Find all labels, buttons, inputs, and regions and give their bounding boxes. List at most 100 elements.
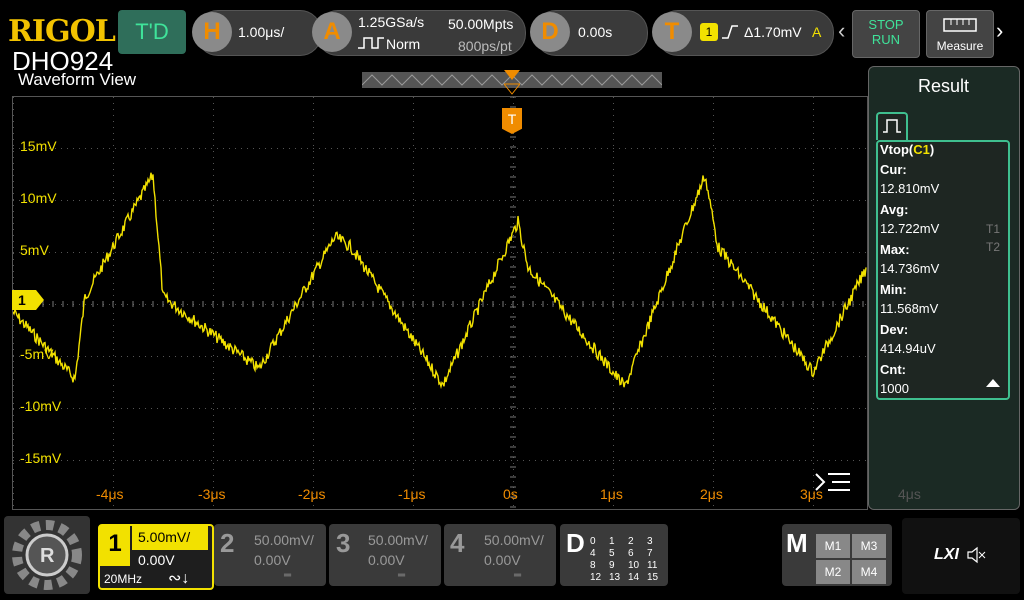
- dc-coupling-icon: ═: [284, 570, 292, 581]
- digital-channel-number: 3: [647, 536, 653, 547]
- channel2-scale: 50.00mV/: [254, 532, 314, 548]
- channel1-num: 1: [100, 526, 130, 566]
- waveform-grid: [12, 96, 867, 508]
- channel4-num: 4: [450, 528, 465, 558]
- result-value: 11.568mV: [880, 301, 939, 316]
- d-value: 0.00s: [578, 24, 613, 40]
- result-value: 12.722mV: [880, 221, 940, 236]
- digital-label: D: [566, 528, 585, 558]
- digital-channel-number: 4: [590, 548, 596, 559]
- h-icon[interactable]: H: [192, 12, 232, 52]
- result-label: Dev:: [880, 322, 909, 337]
- a-mpts: 50.00Mpts: [448, 16, 514, 32]
- math-m1-button[interactable]: M1: [816, 534, 850, 558]
- digital-channel-number: 12: [590, 572, 602, 583]
- channel3-offset: 0.00V: [368, 552, 405, 568]
- t-icon[interactable]: T: [652, 12, 692, 52]
- y-label: -15mV: [20, 450, 62, 466]
- digital-channel-number: 10: [628, 560, 640, 571]
- digital-channel-number: 7: [647, 548, 653, 559]
- measurement-tab[interactable]: [876, 112, 908, 140]
- result-value: 414.94uV: [880, 341, 936, 356]
- result-label: Avg:: [880, 202, 909, 217]
- dc-coupling-icon: ═: [514, 570, 522, 581]
- t-mode: A: [812, 24, 822, 40]
- x-label: 1μs: [600, 486, 623, 502]
- digital-channel-number: 2: [628, 536, 634, 547]
- digital-channel-grid: 0 1 2 3 4 5 6 7 8 9 10 11 12 13 14 15: [590, 536, 666, 584]
- channel1-offset: 0.00V: [138, 552, 175, 568]
- waveform-title: Waveform View: [18, 70, 137, 89]
- svg-text:R: R: [40, 545, 55, 567]
- math-m4-button[interactable]: M4: [852, 560, 886, 584]
- coupling-icon: ∾↓: [168, 570, 190, 587]
- run-stop-button[interactable]: STOP RUN: [852, 10, 920, 58]
- math-m2-button[interactable]: M2: [816, 560, 850, 584]
- measure-name: Vtop(C1): [880, 142, 935, 157]
- menu-icon[interactable]: [814, 470, 852, 498]
- x-label: 2μs: [700, 486, 723, 502]
- y-label: 10mV: [20, 190, 57, 206]
- a-icon[interactable]: A: [312, 12, 352, 52]
- a-ps: 800ps/pt: [458, 38, 512, 54]
- gear-logo-icon: R: [12, 520, 82, 590]
- y-label: -10mV: [20, 398, 62, 414]
- chevron-left-icon[interactable]: ‹: [838, 18, 845, 44]
- waveform-area[interactable]: [12, 96, 868, 510]
- result-value: 14.736mV: [880, 261, 940, 276]
- ruler-icon: [943, 18, 977, 32]
- x-label-hidden: 4μs: [898, 486, 921, 502]
- result-value: 1000: [880, 381, 909, 396]
- d-icon[interactable]: D: [530, 12, 570, 52]
- digital-channel-number: 8: [590, 560, 596, 571]
- digital-channel-number: 13: [609, 572, 621, 583]
- home-button[interactable]: R: [4, 516, 90, 594]
- y-label: -5mV: [20, 346, 54, 362]
- digital-channel-number: 9: [609, 560, 615, 571]
- result-value: 12.810mV: [880, 181, 940, 196]
- digital-channel-number: 1: [609, 536, 615, 547]
- digital-channel-number: 14: [628, 572, 640, 583]
- scroll-up-icon[interactable]: [986, 378, 1000, 388]
- channel1-bw: 20MHz: [104, 572, 143, 586]
- x-label: -4μs: [96, 486, 124, 502]
- measure-button[interactable]: Measure: [926, 10, 994, 58]
- trigger-t-marker[interactable]: T: [502, 108, 522, 134]
- trigger-channel-badge: 1: [700, 23, 718, 41]
- channel1-trace: [12, 172, 867, 390]
- status-box: [902, 518, 1020, 594]
- channel4-offset: 0.00V: [484, 552, 521, 568]
- acquire-mode-icon: [358, 37, 384, 49]
- lxi-logo: LXI: [934, 546, 959, 563]
- chevron-right-icon[interactable]: ›: [996, 18, 1003, 44]
- math-m3-button[interactable]: M3: [852, 534, 886, 558]
- h-value: 1.00μs/: [238, 24, 285, 40]
- side-tag: T1: [986, 222, 1001, 236]
- result-title: Result: [918, 76, 970, 96]
- digital-channel-number: 15: [647, 572, 659, 583]
- channel2-num: 2: [220, 528, 235, 558]
- digital-channel-number: 11: [647, 560, 658, 571]
- channel3-scale: 50.00mV/: [368, 532, 428, 548]
- x-label: -3μs: [198, 486, 226, 502]
- td-button[interactable]: T'D: [118, 10, 186, 54]
- result-label: Cur:: [880, 162, 907, 177]
- digital-channel-number: 0: [590, 536, 596, 547]
- channel3-num: 3: [336, 528, 351, 558]
- trigger-position-marker[interactable]: [504, 70, 520, 96]
- channel4-scale: 50.00mV/: [484, 532, 544, 548]
- speaker-muted-icon[interactable]: [966, 546, 986, 564]
- pulse-icon: [883, 119, 901, 133]
- digital-channel-number: 6: [628, 548, 634, 559]
- channel1-scale: 5.00mV/: [132, 526, 208, 550]
- rising-edge-icon: [722, 25, 738, 39]
- x-label: -2μs: [298, 486, 326, 502]
- result-label: Cnt:: [880, 362, 906, 377]
- x-label: 0s: [503, 486, 518, 502]
- side-tag: T2: [986, 240, 1001, 254]
- y-label: 5mV: [20, 242, 49, 258]
- math-label: M: [786, 528, 808, 558]
- result-label: Min:: [880, 282, 907, 297]
- channel2-offset: 0.00V: [254, 552, 291, 568]
- brand-logo: RIGOL: [8, 14, 116, 49]
